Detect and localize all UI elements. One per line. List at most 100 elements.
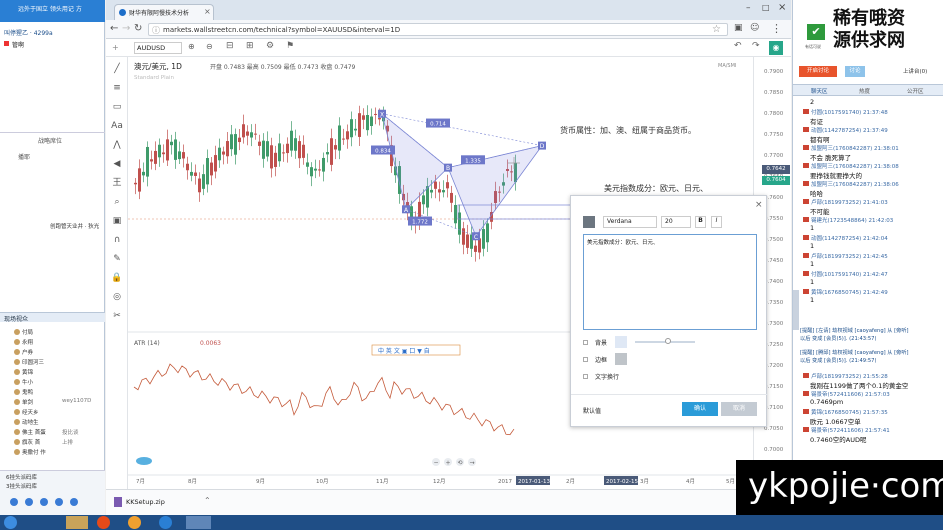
mic-icon[interactable] <box>25 498 33 506</box>
text-icon[interactable]: Aa <box>110 120 124 132</box>
audience-user[interactable]: 动地生 <box>22 418 39 426</box>
player-icon[interactable] <box>128 516 141 529</box>
crosshair-icon[interactable]: + <box>112 43 119 52</box>
brush-icon[interactable]: ✎ <box>110 253 124 265</box>
audience-user[interactable]: 牛小 <box>22 378 33 386</box>
audience-user[interactable]: 付局 <box>22 328 33 336</box>
chat-sender[interactable]: 动圆(1142787254) 21:42:04 <box>811 234 888 242</box>
footer-line2[interactable]: 3挂头派码库 <box>6 482 37 490</box>
chrome-icon[interactable] <box>97 516 110 529</box>
text-area[interactable]: 美元指数成分：欧元、日元、 <box>583 234 757 330</box>
active-app-icon[interactable] <box>186 516 211 529</box>
discuss-button[interactable]: 讨论 <box>845 66 865 77</box>
eye-icon[interactable]: ◎ <box>110 291 124 303</box>
ok-button[interactable]: 确认 <box>682 402 718 416</box>
footer-line1[interactable]: 6挂头派码库 <box>6 473 37 481</box>
taskbar-app-icon[interactable] <box>66 516 88 529</box>
audience-user[interactable]: 黄锦 <box>22 368 33 376</box>
speaker-volume-icon[interactable] <box>10 498 18 506</box>
trend-line-icon[interactable]: ╱ <box>110 63 124 75</box>
chart-type-icon[interactable]: ⊟ <box>226 41 234 51</box>
border-checkbox[interactable] <box>583 357 588 362</box>
download-menu-icon[interactable]: ⌃ <box>204 496 211 505</box>
background-checkbox[interactable] <box>583 340 588 345</box>
chat-sender[interactable]: 黄锦(1676850745) 21:42:49 <box>811 288 888 296</box>
template-icon[interactable]: ⚑ <box>286 41 294 51</box>
maximize-icon[interactable]: □ <box>762 3 770 12</box>
zoom-icon[interactable]: ⌕ <box>110 196 124 208</box>
chat-sender[interactable]: 锡景帝(572411606) 21:57:03 <box>811 390 890 398</box>
start-discussion-button[interactable]: 开启讨论 <box>799 66 837 77</box>
ie-icon[interactable] <box>159 516 172 529</box>
background-swatch[interactable] <box>615 336 627 348</box>
url-field[interactable]: ⓘ markets.wallstreetcn.com/technical?sym… <box>148 23 728 36</box>
audience-user[interactable]: 户券 <box>22 348 33 356</box>
chat-sender[interactable]: 加盟阿三(1760842287) 21:38:01 <box>811 144 899 152</box>
symbol-input[interactable]: AUDUSD <box>134 42 182 54</box>
border-swatch[interactable] <box>615 353 627 365</box>
back-icon[interactable]: ← <box>110 23 118 34</box>
audience-user[interactable]: 单剑 <box>22 398 33 406</box>
measure-icon[interactable]: ▣ <box>110 215 124 227</box>
audience-user[interactable]: 经天乡 <box>22 408 39 416</box>
user-icon[interactable]: ☺ <box>750 23 759 33</box>
chat-sender[interactable]: 动圆(1142787254) 21:37:49 <box>811 126 888 134</box>
cancel-button[interactable]: 取消 <box>721 402 757 416</box>
chat-sender[interactable]: 锡建光(1723548864) 21:42:03 <box>811 216 893 224</box>
chat-sender[interactable]: 卢部(1819973252) 21:55:28 <box>811 372 888 380</box>
tab-hot[interactable]: 热度 <box>859 87 870 95</box>
minimize-icon[interactable]: – <box>746 3 751 13</box>
wrap-checkbox[interactable] <box>583 374 588 379</box>
extension-icon[interactable]: ▣ <box>734 23 743 33</box>
share-icon[interactable] <box>70 498 78 506</box>
chat-sender[interactable]: 付圆(1017591740) 21:42:47 <box>811 270 888 278</box>
chat-sender[interactable]: 卢部(1819973252) 21:41:03 <box>811 198 888 206</box>
tab-public[interactable]: 公开区 <box>907 87 924 95</box>
window-close-icon[interactable]: × <box>778 2 786 13</box>
dialog-close-icon[interactable]: × <box>755 200 763 210</box>
bookmark-star-icon[interactable]: ☆ <box>712 24 721 35</box>
font-size-select[interactable]: 20 <box>661 216 691 228</box>
fib-icon[interactable]: ≡ <box>110 82 124 94</box>
chat-scrollbar[interactable] <box>793 290 799 330</box>
undo-icon[interactable]: ↶ <box>734 41 742 51</box>
audience-user[interactable]: 奥撒付 作 <box>22 448 46 456</box>
remove-icon[interactable]: ✂ <box>110 310 124 322</box>
podium-button[interactable]: 上讲台(0) <box>903 67 927 75</box>
audience-user[interactable]: 佛主 首蛋 <box>22 428 46 436</box>
start-icon[interactable] <box>4 516 17 529</box>
chat-sender[interactable]: 锡景帝(572411606) 21:57:41 <box>811 426 890 434</box>
speaker-name[interactable]: 管啊 <box>12 40 24 49</box>
chat-sender[interactable]: 加盟阿三(1760842287) 21:38:06 <box>811 180 899 188</box>
download-file-name[interactable]: KKSetup.zip <box>126 498 165 506</box>
tab-chat[interactable]: 聊天区 <box>811 87 828 95</box>
text-color-swatch[interactable] <box>583 216 595 228</box>
reload-icon[interactable]: ↻ <box>134 23 142 34</box>
chat-sender[interactable]: 加盟阿三(1760842287) 21:38:08 <box>811 162 899 170</box>
chat-sender[interactable]: 黄锦(1676850745) 21:57:35 <box>811 408 888 416</box>
interval-icon[interactable]: ⊖ <box>206 42 213 51</box>
magnet-icon[interactable]: ∩ <box>110 234 124 246</box>
settings-gear-icon[interactable]: ⚙ <box>266 41 274 51</box>
rectangle-icon[interactable]: ▭ <box>110 101 124 113</box>
italic-button[interactable]: I <box>711 216 722 228</box>
redo-icon[interactable]: ↷ <box>752 41 760 51</box>
lock-icon[interactable]: 🔒 <box>110 272 124 284</box>
opacity-handle[interactable] <box>665 338 671 344</box>
indicator-icon[interactable]: ⊞ <box>246 41 254 51</box>
default-button[interactable]: 默认值 <box>583 406 601 415</box>
font-select[interactable]: Verdana <box>603 216 657 228</box>
settings-icon[interactable] <box>55 498 63 506</box>
menu-icon[interactable]: ⋮ <box>771 22 782 35</box>
audience-user[interactable]: 印圆河三 <box>22 358 44 366</box>
camera-icon[interactable] <box>40 498 48 506</box>
audience-user[interactable]: 旗灰 首 <box>22 438 40 446</box>
forward-icon[interactable]: → <box>122 23 130 34</box>
audience-user[interactable]: 鬼鸭 <box>22 388 33 396</box>
chat-sender[interactable]: 卢部(1819973252) 21:42:45 <box>811 252 888 260</box>
snapshot-icon[interactable]: ◉ <box>769 41 783 55</box>
browser-tab[interactable]: 财华有限阿慢技术分析 × <box>114 4 214 20</box>
tab-close-icon[interactable]: × <box>204 7 211 16</box>
chat-sender[interactable]: 付圆(1017591740) 21:37:48 <box>811 108 888 116</box>
bold-button[interactable]: B <box>695 216 706 228</box>
